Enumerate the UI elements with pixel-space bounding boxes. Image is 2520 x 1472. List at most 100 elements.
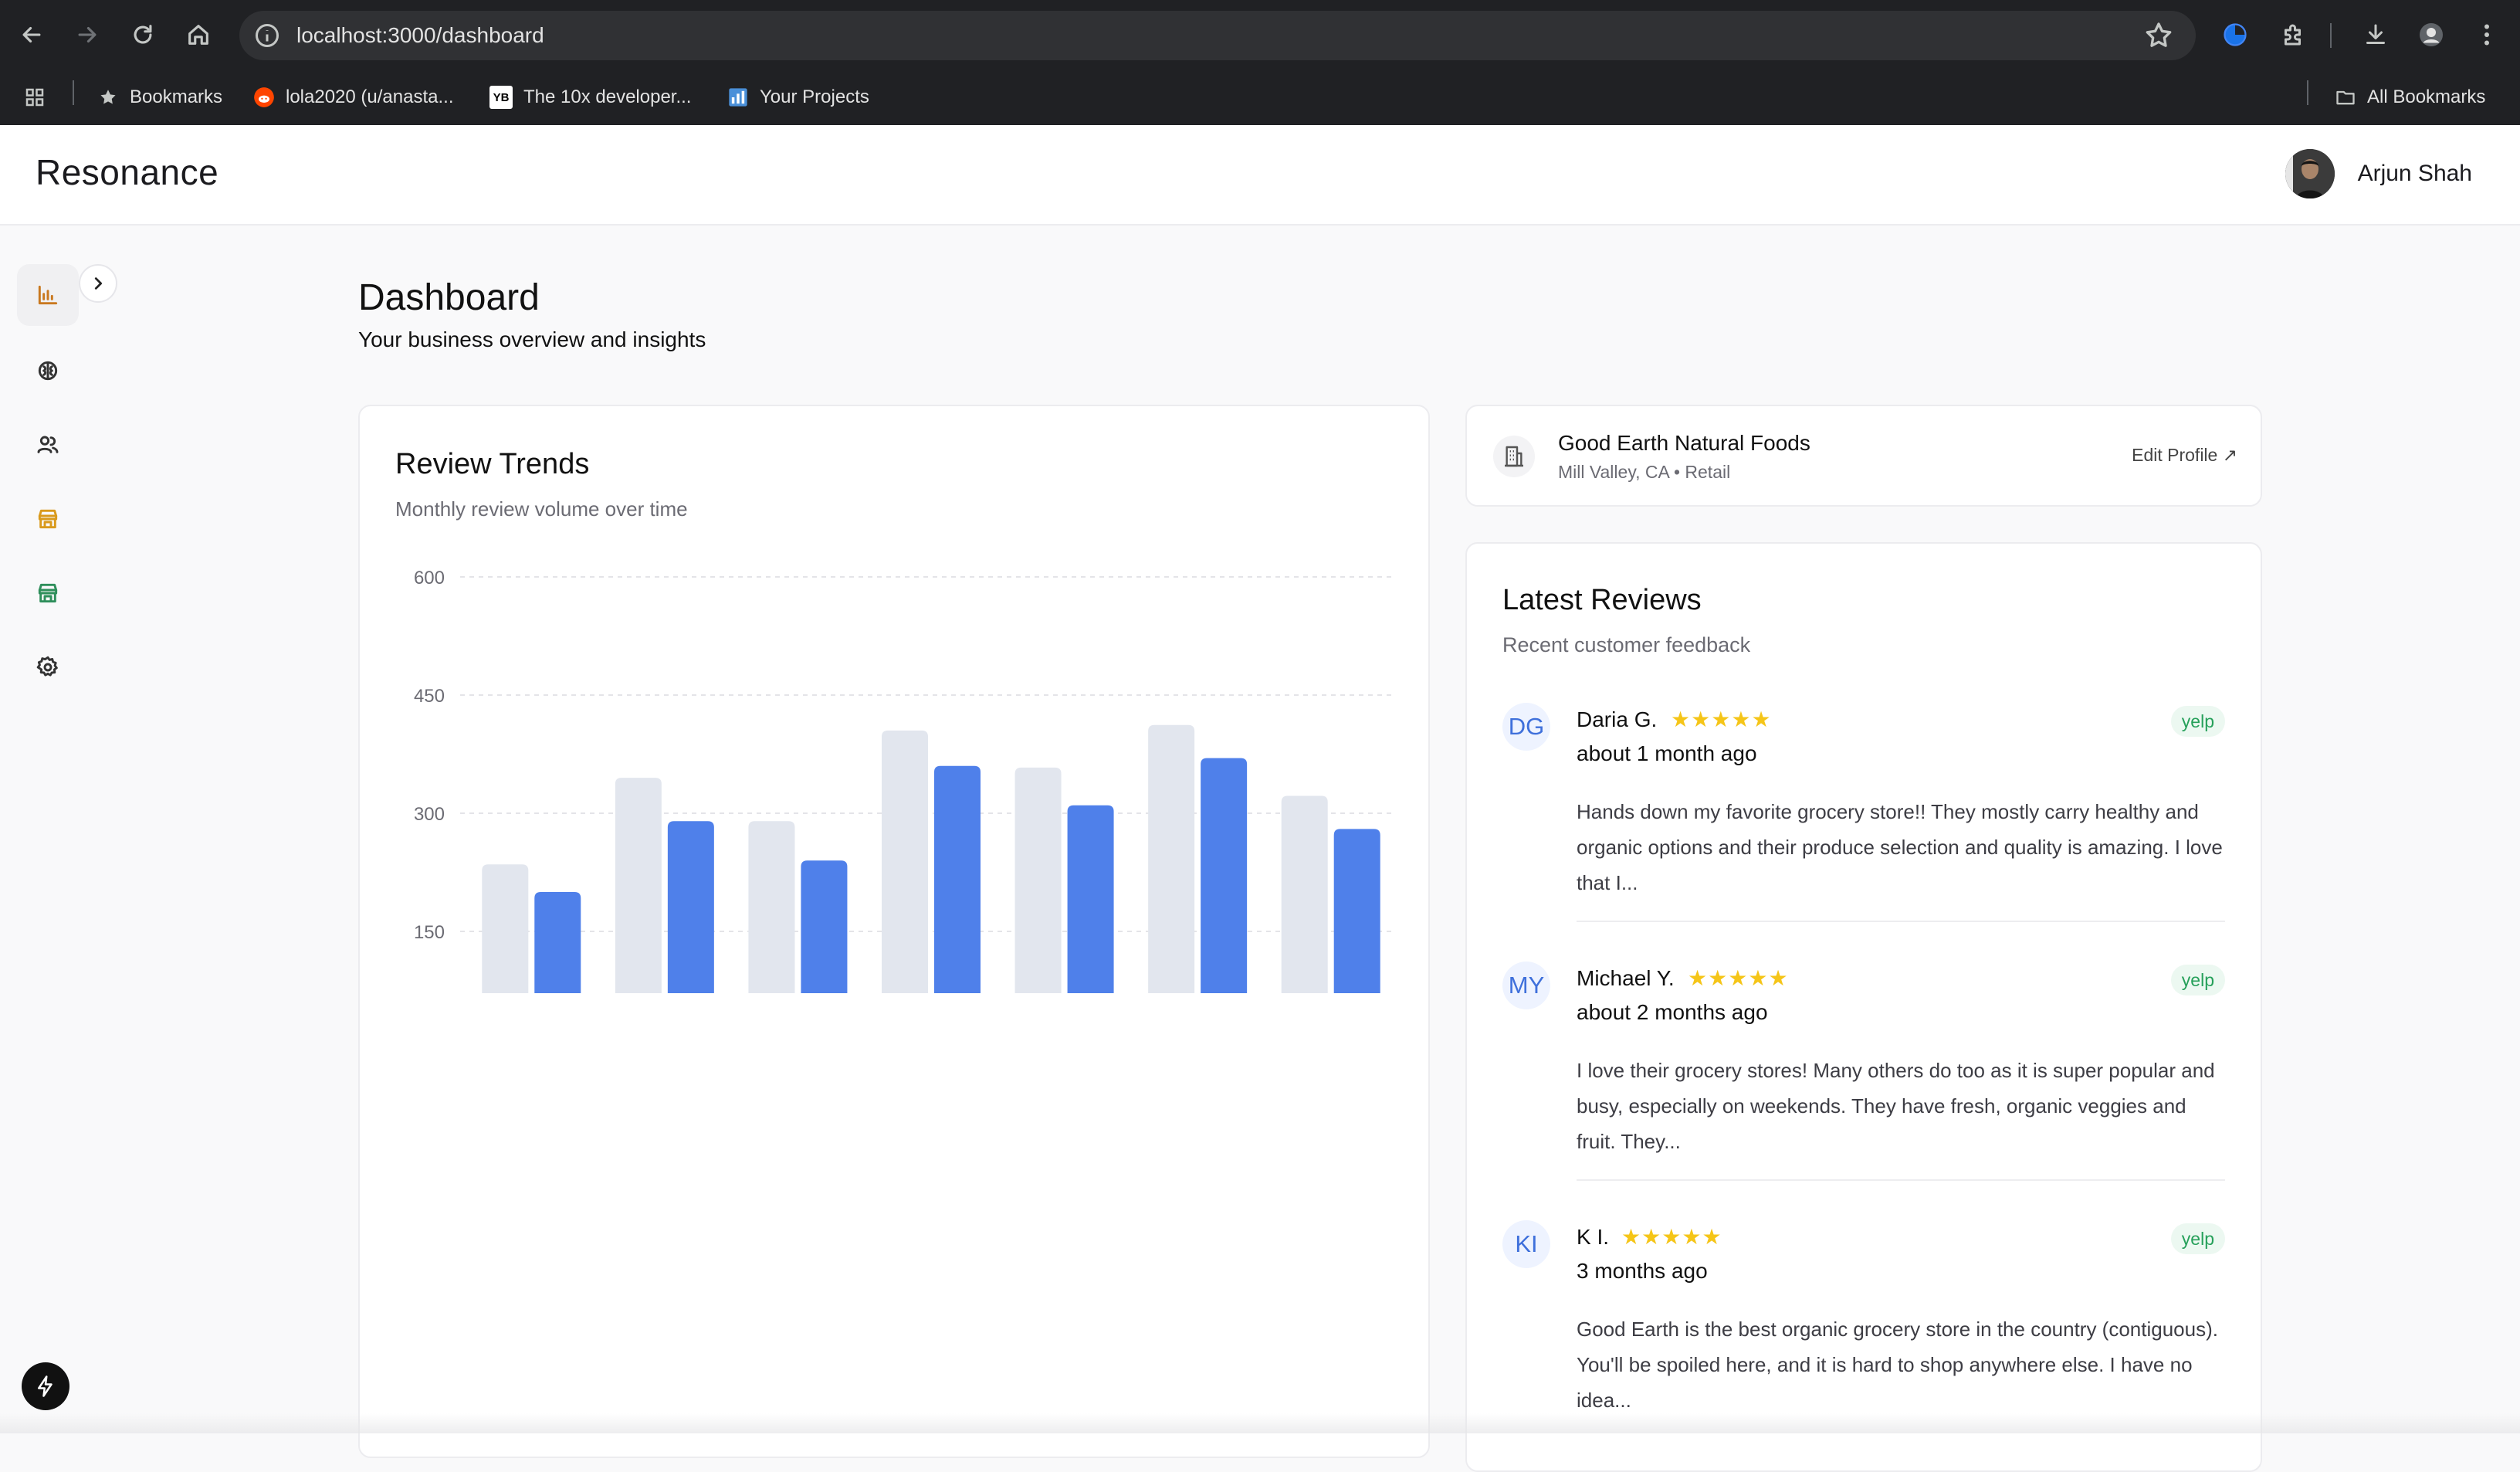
reviewer-avatar: KI <box>1502 1220 1550 1268</box>
chart-bar <box>1067 805 1114 993</box>
more-vertical-icon <box>2484 24 2489 46</box>
star-icon: ★ <box>1711 707 1731 731</box>
yb-icon: YB <box>489 86 513 109</box>
bookmarks-bar: Bookmarks lola2020 (u/anasta... YB The 1… <box>0 71 2520 125</box>
star-icon: ★ <box>1751 707 1771 731</box>
chart-bar <box>801 860 848 993</box>
info-icon[interactable] <box>253 22 281 49</box>
forward-button[interactable] <box>68 15 107 54</box>
reload-button[interactable] <box>124 15 162 54</box>
star-icon: ★ <box>1641 1225 1661 1249</box>
bookmarks-separator <box>73 80 74 105</box>
review-time: about 2 months ago <box>1577 1000 1768 1024</box>
profile-avatar-icon <box>2420 23 2443 46</box>
download-icon <box>2366 24 2385 44</box>
rating-stars: ★ ★ ★ ★ ★ <box>1671 709 1772 731</box>
lightning-icon <box>38 1375 52 1397</box>
bookmark-label: Bookmarks <box>130 86 223 107</box>
sidebar-item-analytics[interactable] <box>17 264 79 326</box>
edit-profile-link[interactable]: Edit Profile ↗ <box>2132 445 2237 466</box>
chart-bar <box>748 821 795 993</box>
bookmark-item[interactable]: Bookmarks <box>97 82 222 113</box>
bookmark-star-icon[interactable] <box>2143 20 2174 51</box>
gear-icon <box>36 656 58 677</box>
user-menu[interactable]: Arjun Shah <box>2285 148 2472 199</box>
source-badge: yelp <box>2170 706 2225 737</box>
chart-bar <box>667 821 714 993</box>
card-title: Latest Reviews <box>1502 584 1702 616</box>
sidebar-item-settings[interactable] <box>17 636 79 698</box>
chart-bar <box>1281 795 1328 993</box>
reviewer-name: Michael Y. <box>1577 966 1675 990</box>
avatar <box>2285 149 2335 198</box>
sidebar-item-locations[interactable] <box>17 562 79 624</box>
back-button[interactable] <box>12 15 51 54</box>
chart-bar <box>615 778 662 993</box>
bar-chart-icon <box>38 285 58 305</box>
business-name: Good Earth Natural Foods <box>1558 431 1810 455</box>
reviewer-name: K I. <box>1577 1225 1610 1249</box>
reload-icon <box>134 25 152 44</box>
star-icon: ★ <box>1621 1225 1641 1249</box>
review-trends-card: Review Trends Monthly review volume over… <box>358 405 1430 1458</box>
chart-bar <box>882 730 928 993</box>
star-icon <box>97 86 119 108</box>
profile-button[interactable] <box>2412 15 2451 54</box>
reviewer-avatar: MY <box>1502 962 1550 1009</box>
review-divider <box>1577 1179 2225 1181</box>
review-trends-chart: 0150300450600JanFebMarAprMayJunJul <box>414 568 1394 993</box>
browser-menu-button[interactable] <box>2468 15 2506 54</box>
sidebar-item-insights[interactable] <box>17 340 79 402</box>
home-button[interactable] <box>179 15 218 54</box>
bookmark-item[interactable]: lola2020 (u/anasta... <box>253 82 454 113</box>
apps-button[interactable] <box>23 82 46 113</box>
y-tick-label: 450 <box>414 686 445 707</box>
review-time: about 1 month ago <box>1577 741 1757 765</box>
folder-icon <box>2335 86 2356 108</box>
chevron-right-icon <box>94 277 103 290</box>
bookmark-label: The 10x developer... <box>523 86 692 107</box>
users-icon <box>37 436 59 453</box>
page-subtitle: Your business overview and insights <box>358 327 706 351</box>
source-badge: yelp <box>2170 1223 2225 1254</box>
dev-tools-button[interactable] <box>22 1362 69 1410</box>
bookmark-item[interactable]: Your Projects <box>727 82 869 113</box>
browser-toolbar: localhost:3000/dashboard <box>0 0 2520 71</box>
extensions-button[interactable] <box>2274 15 2313 54</box>
star-icon: ★ <box>1661 1225 1682 1249</box>
brain-icon <box>38 361 58 381</box>
y-tick-label: 600 <box>414 568 445 588</box>
sidebar-item-customers[interactable] <box>17 414 79 476</box>
card-subtitle: Monthly review volume over time <box>395 497 688 521</box>
review-text: Hands down my favorite grocery store!! T… <box>1577 800 2223 894</box>
bookmark-label: lola2020 (u/anasta... <box>286 86 454 107</box>
sidebar <box>0 226 147 1433</box>
downloads-button[interactable] <box>2356 15 2395 54</box>
y-tick-label: 300 <box>414 804 445 825</box>
pie-extension-icon <box>2224 23 2247 46</box>
store-icon <box>38 509 58 529</box>
app-header: Resonance Arjun Shah <box>0 125 2520 226</box>
star-icon: ★ <box>1691 707 1711 731</box>
all-bookmarks-button[interactable]: All Bookmarks <box>2335 82 2485 113</box>
user-name: Arjun Shah <box>2357 161 2472 186</box>
star-icon: ★ <box>1688 966 1708 990</box>
bookmark-item[interactable]: YB The 10x developer... <box>489 82 691 113</box>
reddit-icon <box>253 86 275 108</box>
extension-button[interactable] <box>2216 15 2254 54</box>
address-bar[interactable]: localhost:3000/dashboard <box>239 11 2196 60</box>
chart-bar <box>1333 829 1380 993</box>
url-text[interactable]: localhost:3000/dashboard <box>296 22 544 49</box>
rating-stars: ★ ★ ★ ★ ★ <box>1688 968 1789 989</box>
review-text: Good Earth is the best organic grocery s… <box>1577 1318 2218 1412</box>
latest-reviews-card: Latest Reviews Recent customer feedback … <box>1465 542 2262 1472</box>
brand-logo[interactable]: Resonance <box>36 151 218 193</box>
chart-bar <box>482 864 529 993</box>
source-badge: yelp <box>2170 965 2225 995</box>
sidebar-expand-button[interactable] <box>79 264 117 303</box>
bottom-fade <box>0 1413 2520 1433</box>
sidebar-item-store[interactable] <box>17 488 79 550</box>
chart-bar <box>1014 767 1062 993</box>
store-icon <box>38 583 58 603</box>
all-bookmarks-label: All Bookmarks <box>2367 86 2486 107</box>
